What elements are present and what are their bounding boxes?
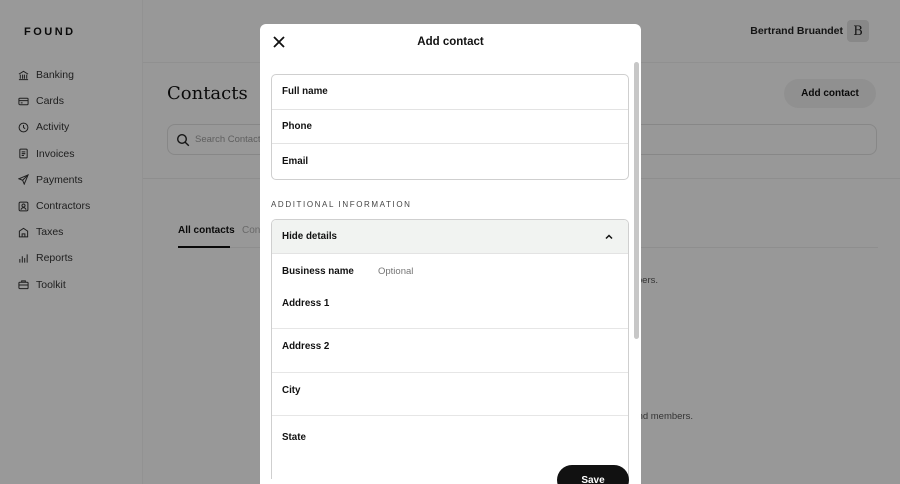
field-label: State (282, 432, 306, 443)
hide-details-toggle[interactable]: Hide details (272, 220, 628, 254)
section-label: ADDITIONAL INFORMATION (271, 200, 412, 209)
close-button[interactable] (270, 33, 288, 51)
field-label: Business name (282, 266, 354, 277)
email-field[interactable]: Email (272, 144, 628, 179)
field-label: Address 1 (282, 298, 330, 309)
address-1-field[interactable]: Address 1 (272, 286, 628, 329)
city-field[interactable]: City (272, 373, 628, 416)
close-icon (273, 36, 285, 48)
field-label: City (282, 385, 301, 396)
full-name-field[interactable]: Full name (272, 75, 628, 110)
phone-field[interactable]: Phone (272, 110, 628, 145)
field-label: Full name (282, 86, 328, 98)
basic-info-group: Full name Phone Email (271, 74, 629, 180)
field-label: Email (282, 155, 309, 167)
address-2-field[interactable]: Address 2 (272, 329, 628, 373)
chevron-up-icon (605, 234, 613, 240)
field-label: Address 2 (282, 341, 330, 352)
scrollbar[interactable] (634, 62, 639, 339)
additional-details-group: Hide details Business name Address 1 Add… (271, 219, 629, 479)
save-button[interactable]: Save (557, 465, 629, 484)
toggle-label: Hide details (282, 231, 337, 242)
field-label: Phone (282, 120, 312, 132)
add-contact-modal: Add contact Full name Phone Email ADDITI… (260, 24, 641, 484)
modal-title: Add contact (417, 36, 484, 48)
business-name-input[interactable] (378, 266, 578, 277)
